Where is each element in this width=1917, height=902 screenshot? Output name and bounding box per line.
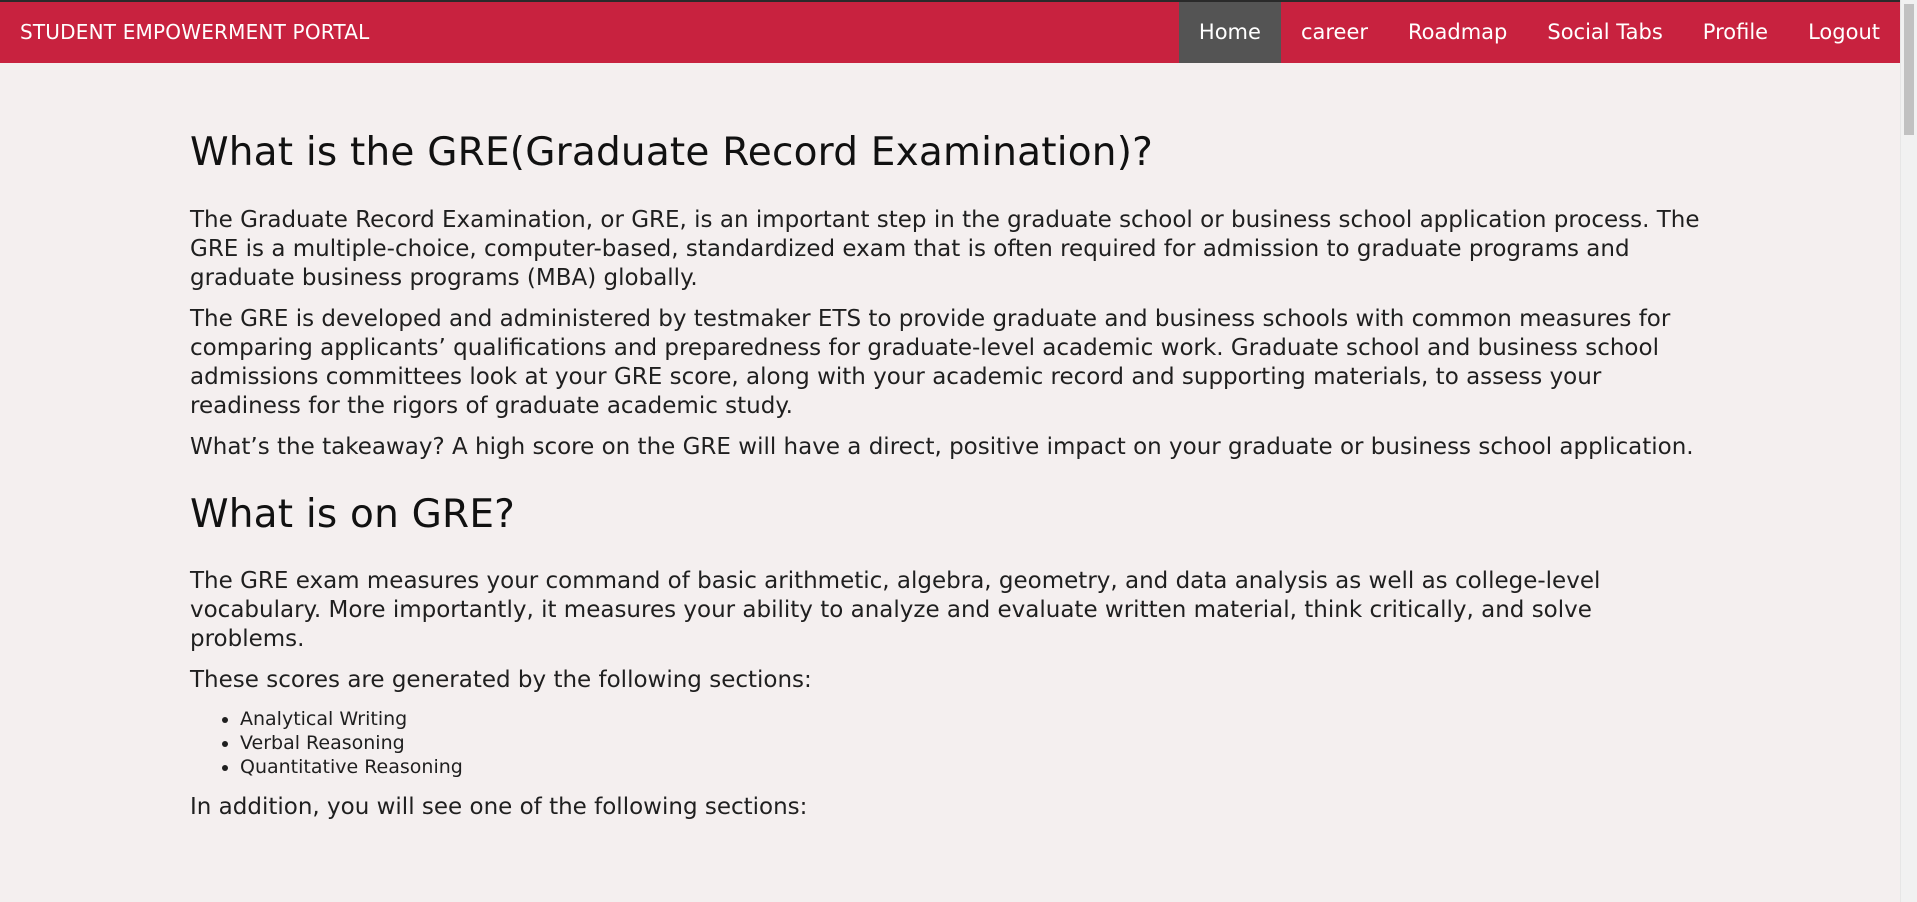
- brand-title[interactable]: STUDENT EMPOWERMENT PORTAL: [20, 2, 370, 63]
- nav-career[interactable]: career: [1281, 2, 1388, 63]
- list-item: Analytical Writing: [240, 707, 1710, 731]
- main-content: What is the GRE(Graduate Record Examinat…: [190, 130, 1710, 834]
- gre-paragraph-3: What’s the takeaway? A high score on the…: [190, 434, 1694, 460]
- nav-logout[interactable]: Logout: [1788, 2, 1900, 63]
- nav-home[interactable]: Home: [1178, 2, 1281, 63]
- gre-paragraph-2: The GRE is developed and administered by…: [190, 306, 1671, 419]
- addition-text: In addition, you will see one of the fol…: [190, 794, 808, 820]
- on-gre-paragraph: The GRE exam measures your command of ba…: [190, 568, 1601, 652]
- scrollbar-thumb[interactable]: [1904, 4, 1914, 135]
- main-nav: Home career Roadmap Social Tabs Profile …: [1178, 2, 1900, 63]
- top-navbar: STUDENT EMPOWERMENT PORTAL Home career R…: [0, 0, 1900, 63]
- list-item: Verbal Reasoning: [240, 731, 1710, 755]
- list-item: Quantitative Reasoning: [240, 755, 1710, 779]
- nav-profile[interactable]: Profile: [1683, 2, 1788, 63]
- page-scrollbar[interactable]: [1900, 0, 1917, 902]
- gre-paragraph-1: The Graduate Record Examination, or GRE,…: [190, 207, 1700, 291]
- scores-intro: These scores are generated by the follow…: [190, 667, 812, 693]
- nav-social-tabs[interactable]: Social Tabs: [1527, 2, 1682, 63]
- score-section-list: Analytical Writing Verbal Reasoning Quan…: [190, 707, 1710, 779]
- on-gre-heading: What is on GRE?: [190, 492, 516, 537]
- nav-roadmap[interactable]: Roadmap: [1388, 2, 1527, 63]
- gre-heading: What is the GRE(Graduate Record Examinat…: [190, 130, 1154, 175]
